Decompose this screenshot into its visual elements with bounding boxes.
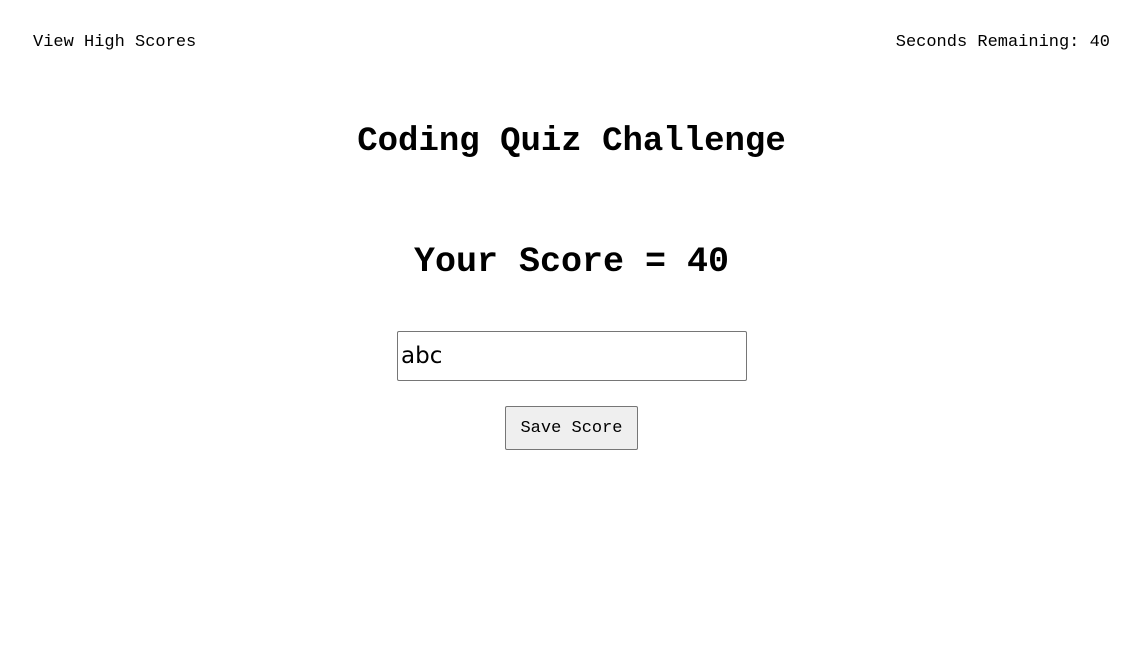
timer-display: Seconds Remaining: 40: [896, 33, 1110, 53]
save-score-button[interactable]: Save Score: [505, 406, 638, 450]
page-title: Coding Quiz Challenge: [357, 123, 786, 161]
score-heading: Your Score = 40: [0, 240, 1143, 284]
score-value: 40: [687, 242, 730, 282]
timer-value: 40: [1089, 33, 1110, 52]
initials-input[interactable]: [397, 331, 747, 381]
timer-label: Seconds Remaining:: [895, 33, 1080, 52]
view-high-scores-link[interactable]: View High Scores: [33, 33, 196, 53]
score-label: Your Score =: [413, 242, 666, 282]
